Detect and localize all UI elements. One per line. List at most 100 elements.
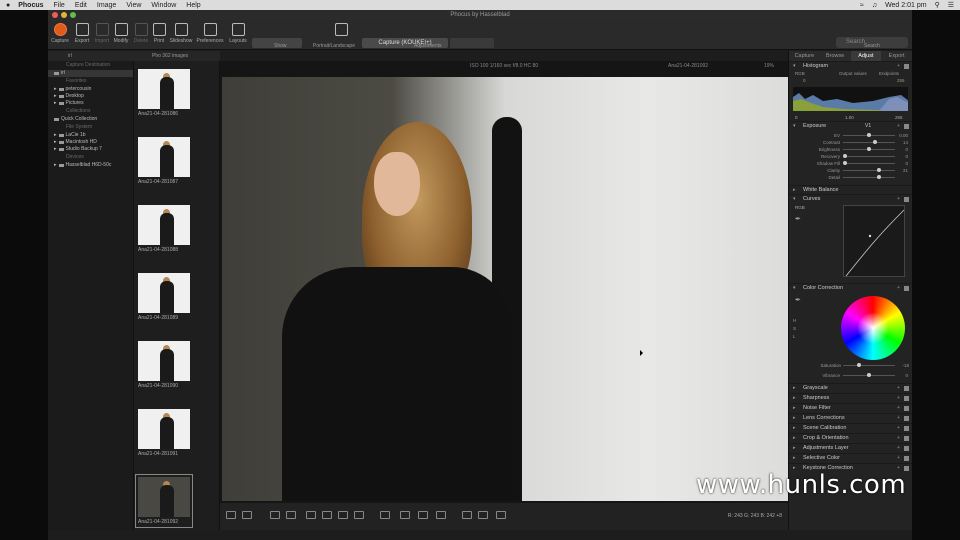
collection-item[interactable]: Quick Collection [48, 116, 133, 123]
folder-path-bar[interactable]: irl [48, 51, 134, 61]
tool-header-lens-corrections[interactable]: ▸ Lens Corrections + [789, 413, 912, 423]
capture-button[interactable]: Capture [50, 23, 70, 44]
drive-item[interactable]: ▸ LaCie 1b [48, 132, 133, 139]
add-preset-icon[interactable]: + [897, 414, 900, 423]
exposure-slider-recovery[interactable]: Recovery 0 [789, 153, 912, 160]
menu-help[interactable]: Help [186, 2, 200, 9]
straighten-tool-icon[interactable] [286, 511, 296, 519]
menu-window[interactable]: Window [151, 2, 176, 9]
image-viewer[interactable]: ISO 100 1/160 sec f/8.0 HC 80 Ana21-04-2… [220, 61, 788, 530]
grid-icon[interactable] [418, 511, 428, 519]
portrait-landscape-button[interactable] [326, 23, 356, 38]
next-image-icon[interactable] [478, 511, 488, 519]
favorite-item[interactable]: ▸ Desktop [48, 93, 133, 100]
thumbnail[interactable]: Ana21-04-281090 [138, 341, 190, 389]
drive-item[interactable]: ▸ Macintosh HD [48, 139, 133, 146]
output-values-label[interactable]: Output values [839, 71, 867, 76]
overlay-icon[interactable] [380, 511, 390, 519]
prev-image-icon[interactable] [462, 511, 472, 519]
zoom-tool-icon[interactable] [322, 511, 332, 519]
tool-enable-checkbox[interactable] [904, 197, 909, 202]
layouts-button[interactable]: Layouts [228, 23, 248, 44]
menu-edit[interactable]: Edit [75, 2, 87, 9]
histogram-input-high[interactable]: 255 [897, 78, 905, 83]
add-preset-icon[interactable]: + [897, 424, 900, 433]
minimize-icon[interactable] [61, 12, 67, 18]
tool-enable-checkbox[interactable] [904, 426, 909, 431]
apple-icon[interactable]: ● [6, 2, 10, 9]
tab-browse[interactable]: Browse [820, 51, 851, 61]
menu-list-icon[interactable]: ☰ [948, 1, 954, 9]
tool-enable-checkbox[interactable] [904, 64, 909, 69]
close-icon[interactable] [52, 12, 58, 18]
exposure-slider-ev[interactable]: EV 0.00 [789, 132, 912, 139]
exposure-slider-brightness[interactable]: Brightness 0 [789, 146, 912, 153]
add-preset-icon[interactable]: + [897, 384, 900, 393]
import-button[interactable]: Import [92, 23, 112, 44]
adjustments-segmented-control[interactable] [450, 38, 494, 48]
mask-icon[interactable] [400, 511, 410, 519]
add-preset-icon[interactable]: + [897, 444, 900, 453]
favorite-item[interactable]: ▸ petercousin [48, 86, 133, 93]
tool-enable-checkbox[interactable] [904, 446, 909, 451]
favorite-item[interactable]: ▸ Pictures [48, 100, 133, 107]
menu-image[interactable]: Image [97, 2, 116, 9]
eyedropper-icon[interactable]: ✒ [795, 215, 801, 223]
thumbnail-selected[interactable]: Ana21-04-281092 [135, 474, 193, 528]
spotlight-icon[interactable]: ⚲ [935, 1, 940, 9]
tool-enable-checkbox[interactable] [904, 396, 909, 401]
wifi-icon[interactable]: ≈ [860, 2, 864, 9]
menu-app[interactable]: Phocus [18, 2, 43, 9]
tool-header-noise-filter[interactable]: ▸ Noise Filter + [789, 403, 912, 413]
curves-channel[interactable]: RGB [795, 205, 805, 210]
exposure-slider-contrast[interactable]: Contrast 14 [789, 139, 912, 146]
tool-enable-checkbox[interactable] [904, 456, 909, 461]
histogram-mid[interactable]: 1.00 [845, 115, 854, 120]
tab-capture[interactable]: Capture [789, 51, 820, 61]
tool-enable-checkbox[interactable] [904, 124, 909, 129]
color-wheel[interactable] [841, 296, 905, 360]
exposure-slider-clarity[interactable]: Clarity 21 [789, 167, 912, 174]
tool-header-adjustments-layer[interactable]: ▸ Adjustments Layer + [789, 443, 912, 453]
drive-item[interactable]: ▸ Studio Backup 7 [48, 146, 133, 153]
white-balance-tool-header[interactable]: ▸ White Balance [789, 185, 912, 194]
add-preset-icon[interactable]: + [897, 434, 900, 443]
loupe-icon[interactable] [436, 511, 446, 519]
menu-icon[interactable] [354, 511, 364, 519]
histogram-low[interactable]: 0 [795, 115, 798, 120]
crop-tool-icon[interactable] [270, 511, 280, 519]
slideshow-button[interactable]: Slideshow [170, 23, 192, 44]
export-button[interactable]: Export [72, 23, 92, 44]
tab-adjust[interactable]: Adjust [850, 51, 882, 61]
clock[interactable]: Wed 2:01 pm [885, 2, 927, 9]
tool-header-sharpness[interactable]: ▸ Sharpness + [789, 393, 912, 403]
vibrance-slider[interactable]: Vibrance 0 [789, 372, 912, 379]
histogram-tool-header[interactable]: ▾ Histogram + [789, 61, 912, 70]
exposure-preset[interactable]: V1 [865, 122, 871, 131]
add-preset-icon[interactable]: + [897, 394, 900, 403]
thumbnail[interactable]: Ana21-04-281087 [138, 137, 190, 185]
tool-header-crop-orientation[interactable]: ▸ Crop & Orientation + [789, 433, 912, 443]
histogram-channel[interactable]: RGB [795, 71, 805, 76]
color-correction-tool-header[interactable]: ▾ Color Correction + [789, 283, 912, 292]
tool-enable-checkbox[interactable] [904, 436, 909, 441]
tab-export[interactable]: Export [881, 51, 912, 61]
tool-header-scene-calibration[interactable]: ▸ Scene Calibration + [789, 423, 912, 433]
histogram-input-low[interactable]: 0 [803, 78, 806, 83]
tool-header-grayscale[interactable]: ▸ Grayscale + [789, 383, 912, 393]
menu-file[interactable]: File [54, 2, 65, 9]
curves-graph[interactable] [843, 205, 905, 277]
eyedropper-icon[interactable] [306, 511, 316, 519]
tool-enable-checkbox[interactable] [904, 286, 909, 291]
tool-enable-checkbox[interactable] [904, 406, 909, 411]
thumbnail[interactable]: Ana21-04-281088 [138, 205, 190, 253]
info-icon[interactable] [496, 511, 506, 519]
exposure-tool-header[interactable]: ▾ Exposure V1 + [789, 121, 912, 130]
histogram-high[interactable]: 255 [895, 115, 903, 120]
zoom-level[interactable]: 19% [764, 61, 774, 71]
exposure-slider-detail[interactable]: Detail [789, 174, 912, 181]
tool-header-selective-color[interactable]: ▸ Selective Color + [789, 453, 912, 463]
destination-item[interactable]: irl [48, 70, 133, 77]
add-preset-icon[interactable]: + [897, 454, 900, 463]
curves-tool-header[interactable]: ▾ Curves + [789, 194, 912, 203]
